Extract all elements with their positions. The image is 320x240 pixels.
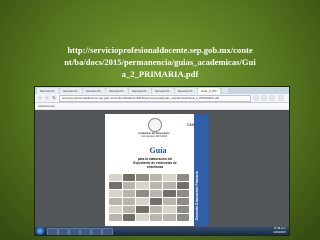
photo xyxy=(149,214,162,221)
extension-icon[interactable] xyxy=(261,95,267,101)
forward-icon[interactable]: › xyxy=(44,95,50,101)
url-line-1: http://servicioprofesionaldocente.sep.go… xyxy=(67,45,253,55)
photo xyxy=(136,214,149,221)
browser-screenshot: Servicio Pr... Servicio Pr... Servicio P… xyxy=(34,86,290,236)
photo xyxy=(122,214,135,221)
url-line-3: a_2_PRIMARIA.pdf xyxy=(121,69,199,79)
photo xyxy=(176,174,189,181)
back-icon[interactable]: ‹ xyxy=(37,95,43,101)
photo xyxy=(163,182,176,189)
photo xyxy=(109,182,122,189)
photo xyxy=(176,190,189,197)
government-seal-icon xyxy=(148,118,162,132)
reload-icon[interactable]: ↻ xyxy=(51,95,57,101)
photo xyxy=(136,174,149,181)
address-text: servicioprofesionaldocente.sep.gob.mx/co… xyxy=(62,96,219,100)
photo xyxy=(109,190,122,197)
photo xyxy=(176,182,189,189)
photo xyxy=(163,206,176,213)
browser-icon[interactable] xyxy=(58,228,69,235)
address-bar[interactable]: servicioprofesionaldocente.sep.gob.mx/co… xyxy=(59,95,251,102)
photo xyxy=(109,206,122,213)
photo xyxy=(149,190,162,197)
subtitle-line-3: enseñanza xyxy=(146,165,164,169)
tab-strip: Servicio Pr... Servicio Pr... Servicio P… xyxy=(35,87,289,101)
photo xyxy=(163,198,176,205)
photo xyxy=(136,182,149,189)
pdf-header: Evaluación del Desempeño Ciclo Escolar 2… xyxy=(129,132,179,138)
start-button-icon[interactable] xyxy=(36,227,44,235)
menu-icon[interactable] xyxy=(278,95,284,101)
photo xyxy=(176,198,189,205)
pdf-page: Evaluación del Desempeño Ciclo Escolar 2… xyxy=(105,114,209,226)
document-subtitle: para la elaboración del Expediente de ev… xyxy=(119,157,191,169)
extension-icon[interactable] xyxy=(269,95,275,101)
photo xyxy=(122,198,135,205)
photo xyxy=(122,190,135,197)
header-line-2: Ciclo Escolar 2015-2016 xyxy=(140,135,168,138)
folder-icon[interactable] xyxy=(69,228,80,235)
photo-collage xyxy=(109,174,189,222)
photo xyxy=(122,182,135,189)
clock-date: 11/09/2015 xyxy=(273,231,286,234)
pdf-url-caption: http://servicioprofesionaldocente.sep.go… xyxy=(40,44,280,80)
photo xyxy=(149,206,162,213)
stripe-text: Docente Educación Primaria xyxy=(195,171,199,220)
explorer-icon[interactable] xyxy=(47,228,58,235)
pdf-viewer: Evaluación del Desempeño Ciclo Escolar 2… xyxy=(35,110,289,227)
photo xyxy=(163,174,176,181)
system-clock[interactable]: 11:39 a.m. 11/09/2015 xyxy=(273,227,286,235)
bookmark-apps[interactable]: Aplicaciones xyxy=(38,103,55,109)
bookmarks-bar: Aplicaciones xyxy=(35,103,289,110)
photo xyxy=(149,182,162,189)
media-icon[interactable] xyxy=(80,228,91,235)
document-title: Guía xyxy=(149,146,167,155)
photo xyxy=(163,214,176,221)
photo xyxy=(176,214,189,221)
photo xyxy=(109,198,122,205)
taskbar: 11:39 a.m. 11/09/2015 xyxy=(35,227,289,235)
photo xyxy=(136,190,149,197)
photo xyxy=(176,206,189,213)
photo xyxy=(109,214,122,221)
new-tab-button[interactable] xyxy=(222,88,228,93)
app-icon[interactable] xyxy=(102,228,113,235)
photo xyxy=(149,198,162,205)
photo xyxy=(122,206,135,213)
photo xyxy=(109,174,122,181)
url-line-2: nt/ba/docs/2015/permanencia/guias_academ… xyxy=(64,57,256,67)
photo xyxy=(163,190,176,197)
photo xyxy=(122,174,135,181)
photo xyxy=(136,206,149,213)
photo xyxy=(149,174,162,181)
bookmark-star-icon[interactable] xyxy=(253,95,259,101)
photo xyxy=(136,198,149,205)
side-stripe: Docente Educación Primaria xyxy=(194,114,209,226)
browser-toolbar: ‹ › ↻ servicioprofesionaldocente.sep.gob… xyxy=(35,94,289,103)
window-controls xyxy=(267,88,287,101)
app-icon[interactable] xyxy=(91,228,102,235)
